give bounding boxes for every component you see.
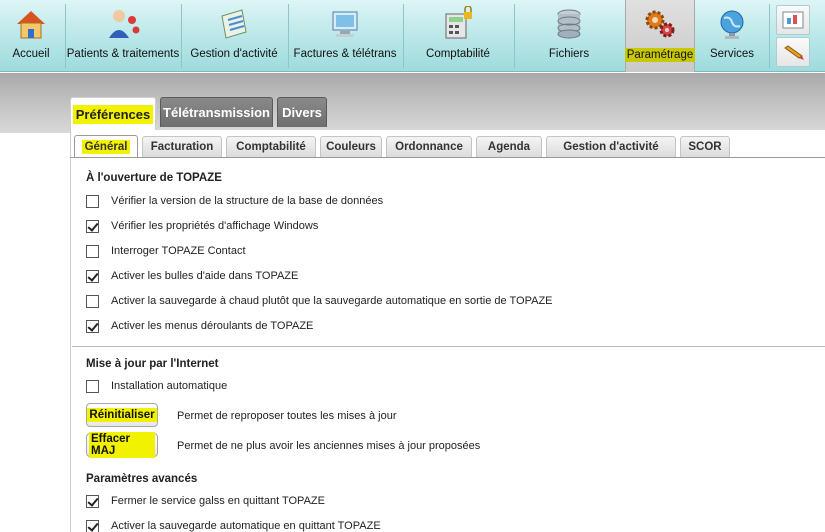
- subtab-general[interactable]: Général: [74, 135, 138, 158]
- reset-updates-button[interactable]: Réinitialiser: [86, 403, 158, 427]
- checkbox[interactable]: [86, 319, 99, 333]
- checkbox[interactable]: [86, 494, 99, 508]
- option-row[interactable]: Interroger TOPAZE Contact: [86, 243, 246, 259]
- tab-preferences[interactable]: Préférences: [70, 97, 156, 131]
- subtab-agenda[interactable]: Agenda: [476, 136, 542, 157]
- option-row[interactable]: Activer les bulles d'aide dans TOPAZE: [86, 268, 298, 284]
- tab-teletransmission[interactable]: Télétransmission: [160, 97, 273, 127]
- checkbox[interactable]: [86, 379, 99, 393]
- option-row[interactable]: Activer la sauvegarde à chaud plutôt que…: [86, 293, 553, 309]
- toolbar-accueil-button[interactable]: Accueil: [0, 0, 62, 72]
- toolbar-fichiers-button[interactable]: Fichiers: [516, 0, 622, 72]
- toolbar-patients-button[interactable]: Patients & traitements: [67, 0, 179, 72]
- toolbar-comptabilite-button[interactable]: Comptabilité: [405, 0, 511, 72]
- checkbox[interactable]: [86, 219, 99, 233]
- house-icon: [17, 11, 45, 39]
- option-row[interactable]: Vérifier les propriétés d'affichage Wind…: [86, 218, 318, 234]
- section-title-advanced: Paramètres avancés: [86, 473, 198, 485]
- option-row[interactable]: Vérifier la version de la structure de l…: [86, 193, 383, 209]
- checkbox[interactable]: [86, 294, 99, 308]
- option-row[interactable]: Installation automatique: [86, 378, 227, 394]
- option-row[interactable]: Activer les menus déroulants de TOPAZE: [86, 318, 313, 334]
- subtab-gestion-activite[interactable]: Gestion d'activité: [546, 136, 676, 157]
- gears-icon: [645, 10, 675, 38]
- section-title-update: Mise à jour par l'Internet: [86, 358, 219, 370]
- subtab-divider: [70, 157, 825, 158]
- invoice-computer-icon: [332, 11, 358, 37]
- chart-icon: [782, 11, 804, 29]
- subtab-comptabilite[interactable]: Comptabilité: [226, 136, 316, 157]
- toolbar-factures-button[interactable]: Factures & télétrans: [290, 0, 400, 72]
- toolbar-mini-edit-button[interactable]: [776, 37, 810, 67]
- checkbox[interactable]: [86, 519, 99, 532]
- subtab-couleurs[interactable]: Couleurs: [320, 136, 382, 157]
- reset-updates-description: Permet de reproposer toutes les mises à …: [177, 410, 397, 422]
- section-title-startup: À l'ouverture de TOPAZE: [86, 172, 222, 184]
- option-row[interactable]: Fermer le service galss en quittant TOPA…: [86, 493, 325, 509]
- subtab-ordonnance[interactable]: Ordonnance: [386, 136, 472, 157]
- activity-book-icon: [221, 9, 247, 39]
- toolbar-services-button[interactable]: Services: [697, 0, 767, 72]
- tab-divers[interactable]: Divers: [277, 97, 327, 127]
- pencil-icon: [784, 45, 804, 60]
- section-divider: [72, 346, 825, 347]
- checkbox[interactable]: [86, 194, 99, 208]
- main-toolbar: Accueil Patients & traitements Gestion d…: [0, 0, 825, 72]
- checkbox[interactable]: [86, 244, 99, 258]
- option-row[interactable]: Activer la sauvegarde automatique en qui…: [86, 518, 381, 532]
- subtab-facturation[interactable]: Facturation: [142, 136, 222, 157]
- toolbar-mini-chart-button[interactable]: [776, 5, 810, 35]
- globe-icon: [720, 10, 744, 39]
- toolbar-parametrage-button[interactable]: Paramétrage: [624, 0, 696, 72]
- database-icon: [557, 9, 581, 39]
- checkbox[interactable]: [86, 269, 99, 283]
- subtab-scor[interactable]: SCOR: [680, 136, 730, 157]
- toolbar-gestion-activite-button[interactable]: Gestion d'activité: [183, 0, 285, 72]
- calculator-lock-icon: [445, 6, 472, 39]
- clear-updates-button[interactable]: Effacer MAJ: [86, 432, 158, 458]
- clear-updates-description: Permet de ne plus avoir les anciennes mi…: [177, 440, 481, 452]
- patients-icon: [109, 10, 140, 38]
